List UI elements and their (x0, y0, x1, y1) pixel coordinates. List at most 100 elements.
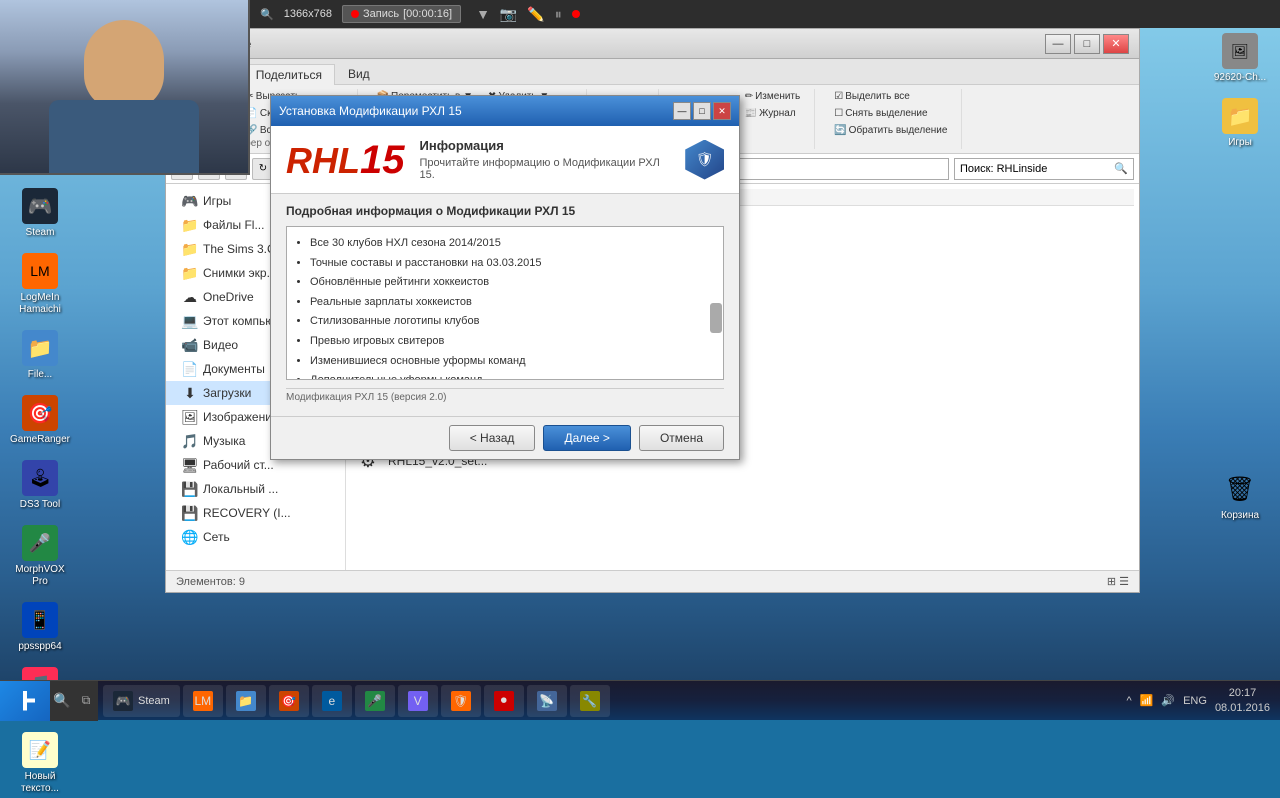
taskbar-item-ie[interactable]: e (312, 685, 352, 717)
desktop: 🔍 1366x768 Запись [00:00:16] ▼ 📷 ✏️ ⏸ 🖼 … (0, 0, 1280, 720)
dialog-header-info: Информация Прочитайте информацию о Модиф… (420, 138, 671, 181)
task-view-glyph: ⧉ (82, 693, 91, 708)
desktop-icon-label-morphvox: MorphVOX Pro (8, 564, 72, 588)
desktop-icon-label-gameranger: GameRanger (10, 434, 70, 446)
lang-indicator[interactable]: ENG (1183, 695, 1207, 707)
invert-select-button[interactable]: 🔄 Обратить выделение (828, 123, 953, 138)
feature-1: Все 30 клубов НХЛ сезона 2014/2015 (310, 235, 715, 253)
rhl-text: RHL (286, 140, 360, 181)
feature-7: Изменившиеся основные уформы команд (310, 353, 715, 371)
edit-button[interactable]: ✏ Изменить (739, 89, 807, 104)
window-controls: — □ ✕ (1045, 34, 1129, 54)
desktop-icon-logmein[interactable]: LM LogMeIn Hamaichi (5, 250, 75, 319)
sidebar-item-local[interactable]: 💾 Локальный ... (166, 477, 345, 501)
taskbar-item-unknown1[interactable]: 📡 (527, 685, 567, 717)
webcam-overlay (0, 0, 250, 175)
recovery-icon: 💾 (182, 505, 198, 521)
network-tray-icon[interactable]: 📶 (1140, 694, 1154, 707)
desktop-icon-label-files: File... (28, 369, 52, 381)
sidebar-item-video-label: Видео (203, 338, 238, 352)
search-box[interactable]: Поиск: RHLinside 🔍 (954, 158, 1134, 180)
pen-icon[interactable]: ✏️ (527, 6, 544, 23)
taskbar-item-steam[interactable]: 🎮 Steam (103, 685, 180, 717)
record-button[interactable]: Запись [00:00:16] (342, 5, 461, 23)
dialog-title-text: Установка Модификации РХЛ 15 (279, 104, 462, 118)
pause-icon[interactable]: ⏸ (555, 6, 562, 23)
games-folder-icon: 📁 (1222, 98, 1258, 134)
taskbar-item-gameranger[interactable]: 🎯 (269, 685, 309, 717)
show-hidden-icon[interactable]: ^ (1127, 695, 1132, 707)
list-view-icon[interactable]: ☰ (1119, 575, 1129, 588)
ds3-icon: 🕹 (22, 460, 58, 496)
desktop-icon-gameranger[interactable]: 🎯 GameRanger (5, 392, 75, 449)
desktop-icon-ds3[interactable]: 🕹 DS3 Tool (5, 457, 75, 514)
dialog-maximize[interactable]: □ (693, 102, 711, 120)
close-button[interactable]: ✕ (1103, 34, 1129, 54)
dialog-footer: < Назад Далее > Отмена (271, 416, 739, 459)
desktop-icon-ppsspp[interactable]: 📱 ppsspp64 (5, 599, 75, 656)
unknown2-taskbar-icon: 🔧 (580, 691, 600, 711)
desktop-icons-right: 🖼 92620-Ch... 📁 Игры 🗑 Корзина (1205, 30, 1275, 525)
system-clock[interactable]: 20:17 08.01.2016 (1215, 686, 1270, 715)
shield-icon: 🛡 (685, 140, 724, 180)
task-view-icon[interactable]: ⧉ (74, 681, 98, 721)
grid-view-icon[interactable]: ⊞ (1107, 575, 1116, 588)
notepad-icon: 📝 (22, 732, 58, 768)
back-button[interactable]: < Назад (449, 425, 536, 451)
taskbar-item-logmein[interactable]: LM (183, 685, 223, 717)
tab-view[interactable]: Вид (335, 63, 383, 84)
taskbar-item-avast[interactable]: 🛡 (441, 685, 481, 717)
header-title: Информация (420, 138, 671, 153)
computer-icon: 💻 (182, 313, 198, 329)
clock-time: 20:17 (1215, 686, 1270, 700)
select-all-button[interactable]: ☑ Выделить все (828, 89, 953, 104)
start-button[interactable] (0, 681, 50, 721)
gameranger-icon: 🎯 (22, 395, 58, 431)
sidebar-item-recovery-label: RECOVERY (I... (203, 506, 291, 520)
view-controls: ⊞ ☰ (1107, 575, 1129, 588)
cancel-button[interactable]: Отмена (639, 425, 724, 451)
desktop-icon-morphvox[interactable]: 🎤 MorphVOX Pro (5, 522, 75, 591)
taskbar-item-morphvox[interactable]: 🎤 (355, 685, 395, 717)
info-title: Подробная информация о Модификации РХЛ 1… (286, 204, 724, 218)
sidebar-item-docs-label: Документы (203, 362, 265, 376)
maximize-button[interactable]: □ (1074, 34, 1100, 54)
minimize-button[interactable]: — (1045, 34, 1071, 54)
edit-icon: ✏ (745, 91, 753, 102)
morphvox-taskbar-icon: 🎤 (365, 691, 385, 711)
ie-taskbar-icon: e (322, 691, 342, 711)
rec-taskbar-icon: ⏺ (494, 691, 514, 711)
tab-share[interactable]: Поделиться (243, 64, 335, 85)
desktop-sidebar-icon: 🖥 (182, 457, 198, 473)
video-icon: 📹 (182, 337, 198, 353)
stop-indicator (572, 10, 580, 18)
volume-tray-icon[interactable]: 🔊 (1161, 694, 1175, 707)
network-icon: 🌐 (182, 529, 198, 545)
deselect-button[interactable]: ☐ Снять выделение (828, 106, 953, 121)
desktop-icon-label-notepad: Новый тексто... (8, 771, 72, 795)
taskbar-item-unknown2[interactable]: 🔧 (570, 685, 610, 717)
sidebar-item-recovery[interactable]: 💾 RECOVERY (I... (166, 501, 345, 525)
desktop-icon-files[interactable]: 📁 File... (5, 327, 75, 384)
dropdown-arrow[interactable]: ▼ (476, 6, 490, 22)
dialog-minimize[interactable]: — (673, 102, 691, 120)
dialog-scrollable[interactable]: Все 30 клубов НХЛ сезона 2014/2015 Точны… (286, 226, 724, 380)
sidebar-item-network[interactable]: 🌐 Сеть (166, 525, 345, 549)
desktop-icon-recycle[interactable]: 🗑 Корзина (1205, 468, 1275, 525)
dialog-close-button[interactable]: ✕ (713, 102, 731, 120)
taskbar-item-explorer[interactable]: 📁 (226, 685, 266, 717)
desktop-icon-steam[interactable]: 🎮 Steam (5, 185, 75, 242)
desktop-icon-notepad[interactable]: 📝 Новый тексто... (5, 729, 75, 798)
scrollbar-thumb[interactable] (710, 303, 722, 333)
recording-bar: 🔍 1366x768 Запись [00:00:16] ▼ 📷 ✏️ ⏸ (250, 0, 1280, 28)
taskbar-item-rec[interactable]: ⏺ (484, 685, 524, 717)
resolution-label: 🔍 (260, 8, 274, 21)
next-button[interactable]: Далее > (543, 425, 631, 451)
desktop-icon-thumbnail[interactable]: 🖼 92620-Ch... (1205, 30, 1275, 87)
history-button[interactable]: 📰 Журнал (739, 106, 807, 121)
desktop-icon-games[interactable]: 📁 Игры (1205, 95, 1275, 152)
camera-icon[interactable]: 📷 (500, 6, 517, 23)
shield-emblem: 🛡 (696, 151, 714, 168)
search-taskbar-icon[interactable]: 🔍 (50, 681, 74, 721)
taskbar-item-viber[interactable]: V (398, 685, 438, 717)
